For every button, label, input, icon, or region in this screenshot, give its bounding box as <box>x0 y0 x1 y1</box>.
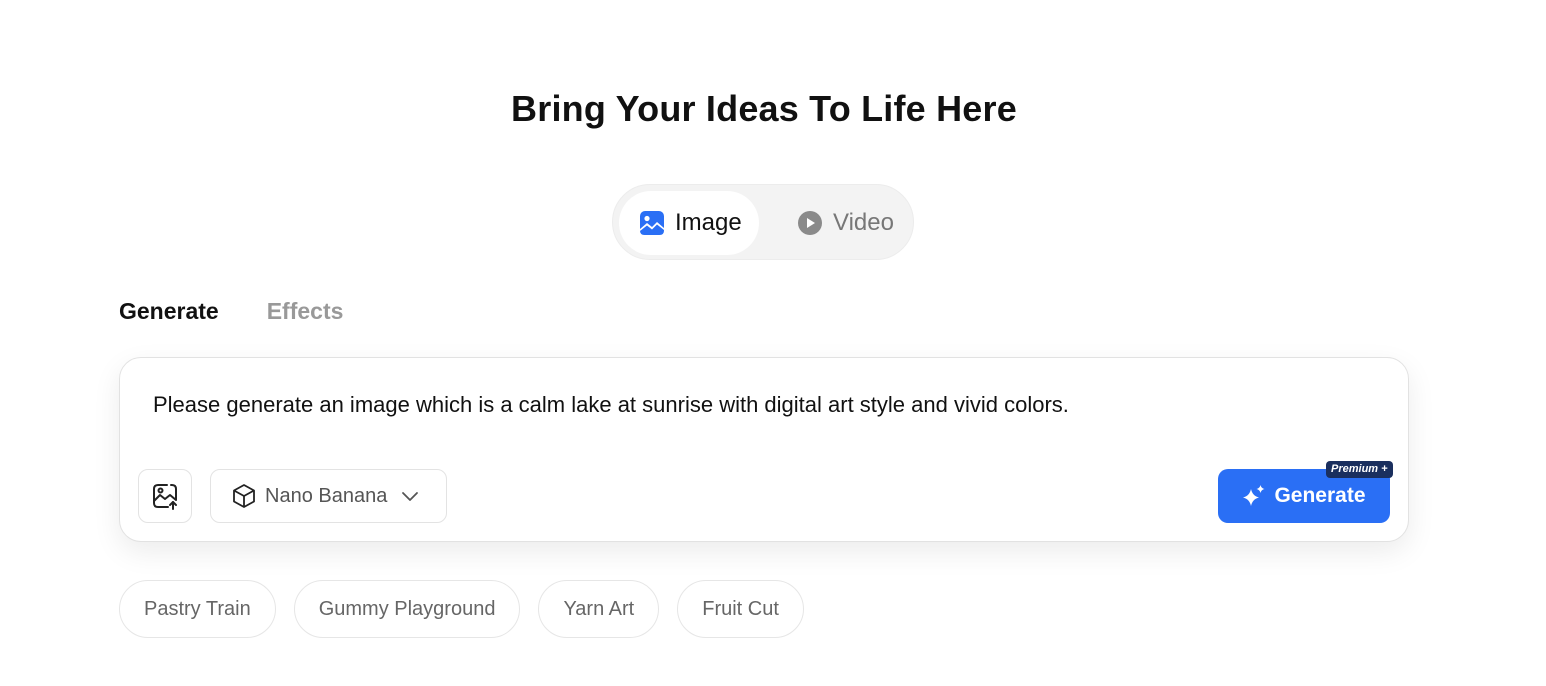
generate-button-label: Generate <box>1274 484 1366 507</box>
suggestion-chip[interactable]: Fruit Cut <box>677 580 804 638</box>
tab-effects[interactable]: Effects <box>267 298 344 325</box>
chevron-down-icon <box>401 487 419 505</box>
image-upload-icon <box>151 482 179 510</box>
mode-video-button[interactable]: Video <box>789 191 909 255</box>
sparkle-icon <box>1242 484 1266 508</box>
mode-switch: Image Video <box>612 184 914 260</box>
suggestion-chips: Pastry Train Gummy Playground Yarn Art F… <box>119 580 804 638</box>
page-title: Bring Your Ideas To Life Here <box>511 88 1017 129</box>
suggestion-chip[interactable]: Gummy Playground <box>293 580 521 638</box>
upload-image-button[interactable] <box>138 469 192 523</box>
mode-image-label: Image <box>675 209 742 236</box>
suggestion-chip[interactable]: Yarn Art <box>538 580 660 638</box>
cube-icon <box>231 483 257 509</box>
tab-generate[interactable]: Generate <box>119 298 219 325</box>
mode-image-button[interactable]: Image <box>619 191 759 255</box>
premium-badge: Premium + <box>1326 461 1393 478</box>
page: Bring Your Ideas To Life Here Image Vide… <box>0 0 1546 686</box>
play-circle-icon <box>797 210 823 236</box>
image-icon <box>639 210 665 236</box>
suggestion-chip[interactable]: Pastry Train <box>119 580 276 638</box>
prompt-card: Please generate an image which is a calm… <box>119 357 1409 542</box>
tab-bar: Generate Effects <box>119 298 343 325</box>
mode-video-label: Video <box>833 209 894 236</box>
model-select[interactable]: Nano Banana <box>210 469 447 523</box>
prompt-input[interactable]: Please generate an image which is a calm… <box>153 392 1353 418</box>
model-select-label: Nano Banana <box>265 484 388 507</box>
